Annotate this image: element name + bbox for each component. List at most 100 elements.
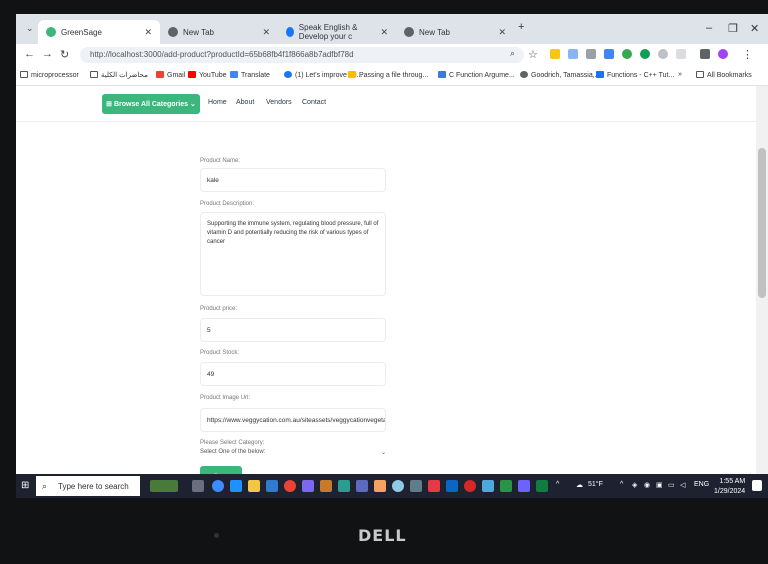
extension-icon[interactable] [586, 49, 596, 59]
folder-icon [696, 71, 704, 78]
product-image-label: Product Image Url: [200, 395, 251, 401]
extension-icon[interactable] [604, 49, 614, 59]
all-bookmarks[interactable]: All Bookmarks [696, 71, 752, 79]
app-icon[interactable] [302, 480, 314, 492]
bookmark-item[interactable]: C Function Argume... [438, 71, 515, 79]
nav-contact[interactable]: Contact [302, 99, 326, 106]
bookmark-item[interactable]: Goodrich, Tamassia,... [520, 71, 601, 79]
bookmark-item[interactable]: Gmail [156, 71, 185, 79]
product-image-input[interactable]: https://www.veggycation.com.au/siteasset… [200, 408, 386, 432]
zoom-icon[interactable]: ⌕ [510, 48, 515, 59]
app-icon[interactable] [356, 480, 368, 492]
app-icon[interactable] [500, 480, 512, 492]
app-icon[interactable] [374, 480, 386, 492]
product-description-textarea[interactable]: Supporting the immune system, regulating… [200, 212, 386, 296]
minimize-icon[interactable]: – [706, 22, 712, 34]
bookmark-item[interactable]: microprocessor [20, 71, 79, 79]
taskbar-search[interactable]: ⌕ Type here to search [36, 476, 140, 496]
app-icon[interactable] [464, 480, 476, 492]
product-price-input[interactable]: 5 [200, 318, 386, 342]
extension-icon[interactable] [658, 49, 668, 59]
app-icon[interactable] [518, 480, 530, 492]
bookmarks-bar: microprocessor محاضرات الكلية Gmail YouT… [16, 66, 768, 86]
language-indicator[interactable]: ENG [694, 481, 709, 488]
close-icon[interactable]: ✕ [144, 27, 152, 38]
tab-new-tab-2[interactable]: New Tab ✕ [396, 20, 514, 44]
news-widget-icon[interactable] [150, 480, 178, 492]
bookmark-item[interactable]: محاضرات الكلية [90, 71, 148, 79]
excel-icon[interactable] [536, 480, 548, 492]
bookmark-item[interactable]: YouTube [188, 71, 227, 79]
clock[interactable]: 1:55 AM 1/29/2024 [714, 477, 745, 497]
chevron-up-icon[interactable]: ^ [620, 481, 623, 488]
more-bookmarks-icon[interactable]: » [678, 71, 682, 78]
extension-icon[interactable] [568, 49, 578, 59]
bookmark-label: All Bookmarks [707, 72, 752, 79]
nav-home[interactable]: Home [208, 99, 227, 106]
file-explorer-icon[interactable] [248, 480, 260, 492]
volume-icon[interactable]: ◁ [680, 481, 685, 489]
category-select[interactable]: Select One of the below: ⌄ [200, 449, 386, 461]
extensions-puzzle-icon[interactable] [676, 49, 686, 59]
edge-icon[interactable] [212, 480, 224, 492]
star-icon[interactable]: ☆ [528, 48, 538, 61]
app-icon[interactable] [410, 480, 422, 492]
weather-icon: ☁ [576, 482, 583, 489]
browse-categories-button[interactable]: ⊞ Browse All Categories ⌄ [102, 94, 200, 114]
app-tray-icon[interactable]: ◉ [644, 481, 650, 489]
profile-avatar[interactable] [718, 49, 728, 59]
folder-icon [90, 71, 98, 78]
bookmark-favicon-icon [348, 71, 356, 78]
bookmark-label: microprocessor [31, 72, 79, 79]
extension-icon[interactable] [640, 49, 650, 59]
tab-greensage[interactable]: GreenSage ✕ [38, 20, 160, 44]
save-button[interactable]: Save [200, 466, 242, 474]
app-icon[interactable] [320, 480, 332, 492]
url-input[interactable]: http://localhost:3000/add-product?produc… [80, 47, 524, 63]
forward-icon[interactable]: → [42, 48, 53, 60]
taskbar: ⊞ ⌕ Type here to search ^ ☁ 51°F ^ ◈ ◉ ▣ … [16, 474, 768, 498]
app-icon[interactable] [392, 480, 404, 492]
bookmark-item[interactable]: Translate [230, 71, 270, 79]
side-panel-icon[interactable] [700, 49, 710, 59]
bookmark-favicon-icon [520, 71, 528, 78]
tab-speak-english[interactable]: Speak English & Develop your c ✕ [278, 20, 396, 44]
app-icon[interactable] [230, 480, 242, 492]
menu-icon[interactable]: ⋮ [742, 48, 753, 61]
new-tab-icon[interactable]: + [518, 21, 524, 33]
app-tray-icon[interactable]: ▣ [656, 481, 663, 489]
close-icon[interactable]: ✕ [262, 27, 270, 38]
scrollbar-thumb[interactable] [758, 148, 766, 298]
task-view-icon[interactable] [192, 480, 204, 492]
close-icon[interactable]: ✕ [498, 27, 506, 38]
reload-icon[interactable]: ↻ [60, 48, 69, 61]
maximize-icon[interactable]: ❐ [728, 22, 738, 35]
chrome-icon[interactable] [284, 480, 296, 492]
app-icon[interactable] [428, 480, 440, 492]
back-icon[interactable]: ← [24, 48, 35, 60]
network-icon[interactable]: ◈ [632, 481, 637, 489]
extension-icon[interactable] [622, 49, 632, 59]
app-icon[interactable] [338, 480, 350, 492]
bookmark-item[interactable]: Functions - C++ Tut... [596, 71, 674, 79]
weather-temp[interactable]: 51°F [588, 481, 603, 488]
bookmark-item[interactable]: Passing a file throug... [348, 71, 428, 79]
tab-search-icon[interactable]: ⌄ [26, 23, 34, 34]
close-window-icon[interactable]: ✕ [750, 22, 759, 35]
extension-icon[interactable] [550, 49, 560, 59]
product-name-input[interactable]: kale [200, 168, 386, 192]
notification-icon[interactable] [752, 480, 762, 491]
tray-expand-icon[interactable]: ^ [556, 481, 559, 488]
chevron-down-icon: ⌄ [380, 450, 386, 456]
app-icon[interactable] [266, 480, 278, 492]
nav-vendors[interactable]: Vendors [266, 99, 292, 106]
windows-start-icon[interactable]: ⊞ [21, 480, 29, 491]
nav-about[interactable]: About [236, 99, 254, 106]
tab-new-tab[interactable]: New Tab ✕ [160, 20, 278, 44]
product-stock-input[interactable]: 49 [200, 362, 386, 386]
app-icon[interactable] [482, 480, 494, 492]
translate-icon [230, 71, 238, 78]
close-icon[interactable]: ✕ [380, 27, 388, 38]
vscode-icon[interactable] [446, 480, 458, 492]
battery-icon[interactable]: ▭ [668, 481, 675, 489]
